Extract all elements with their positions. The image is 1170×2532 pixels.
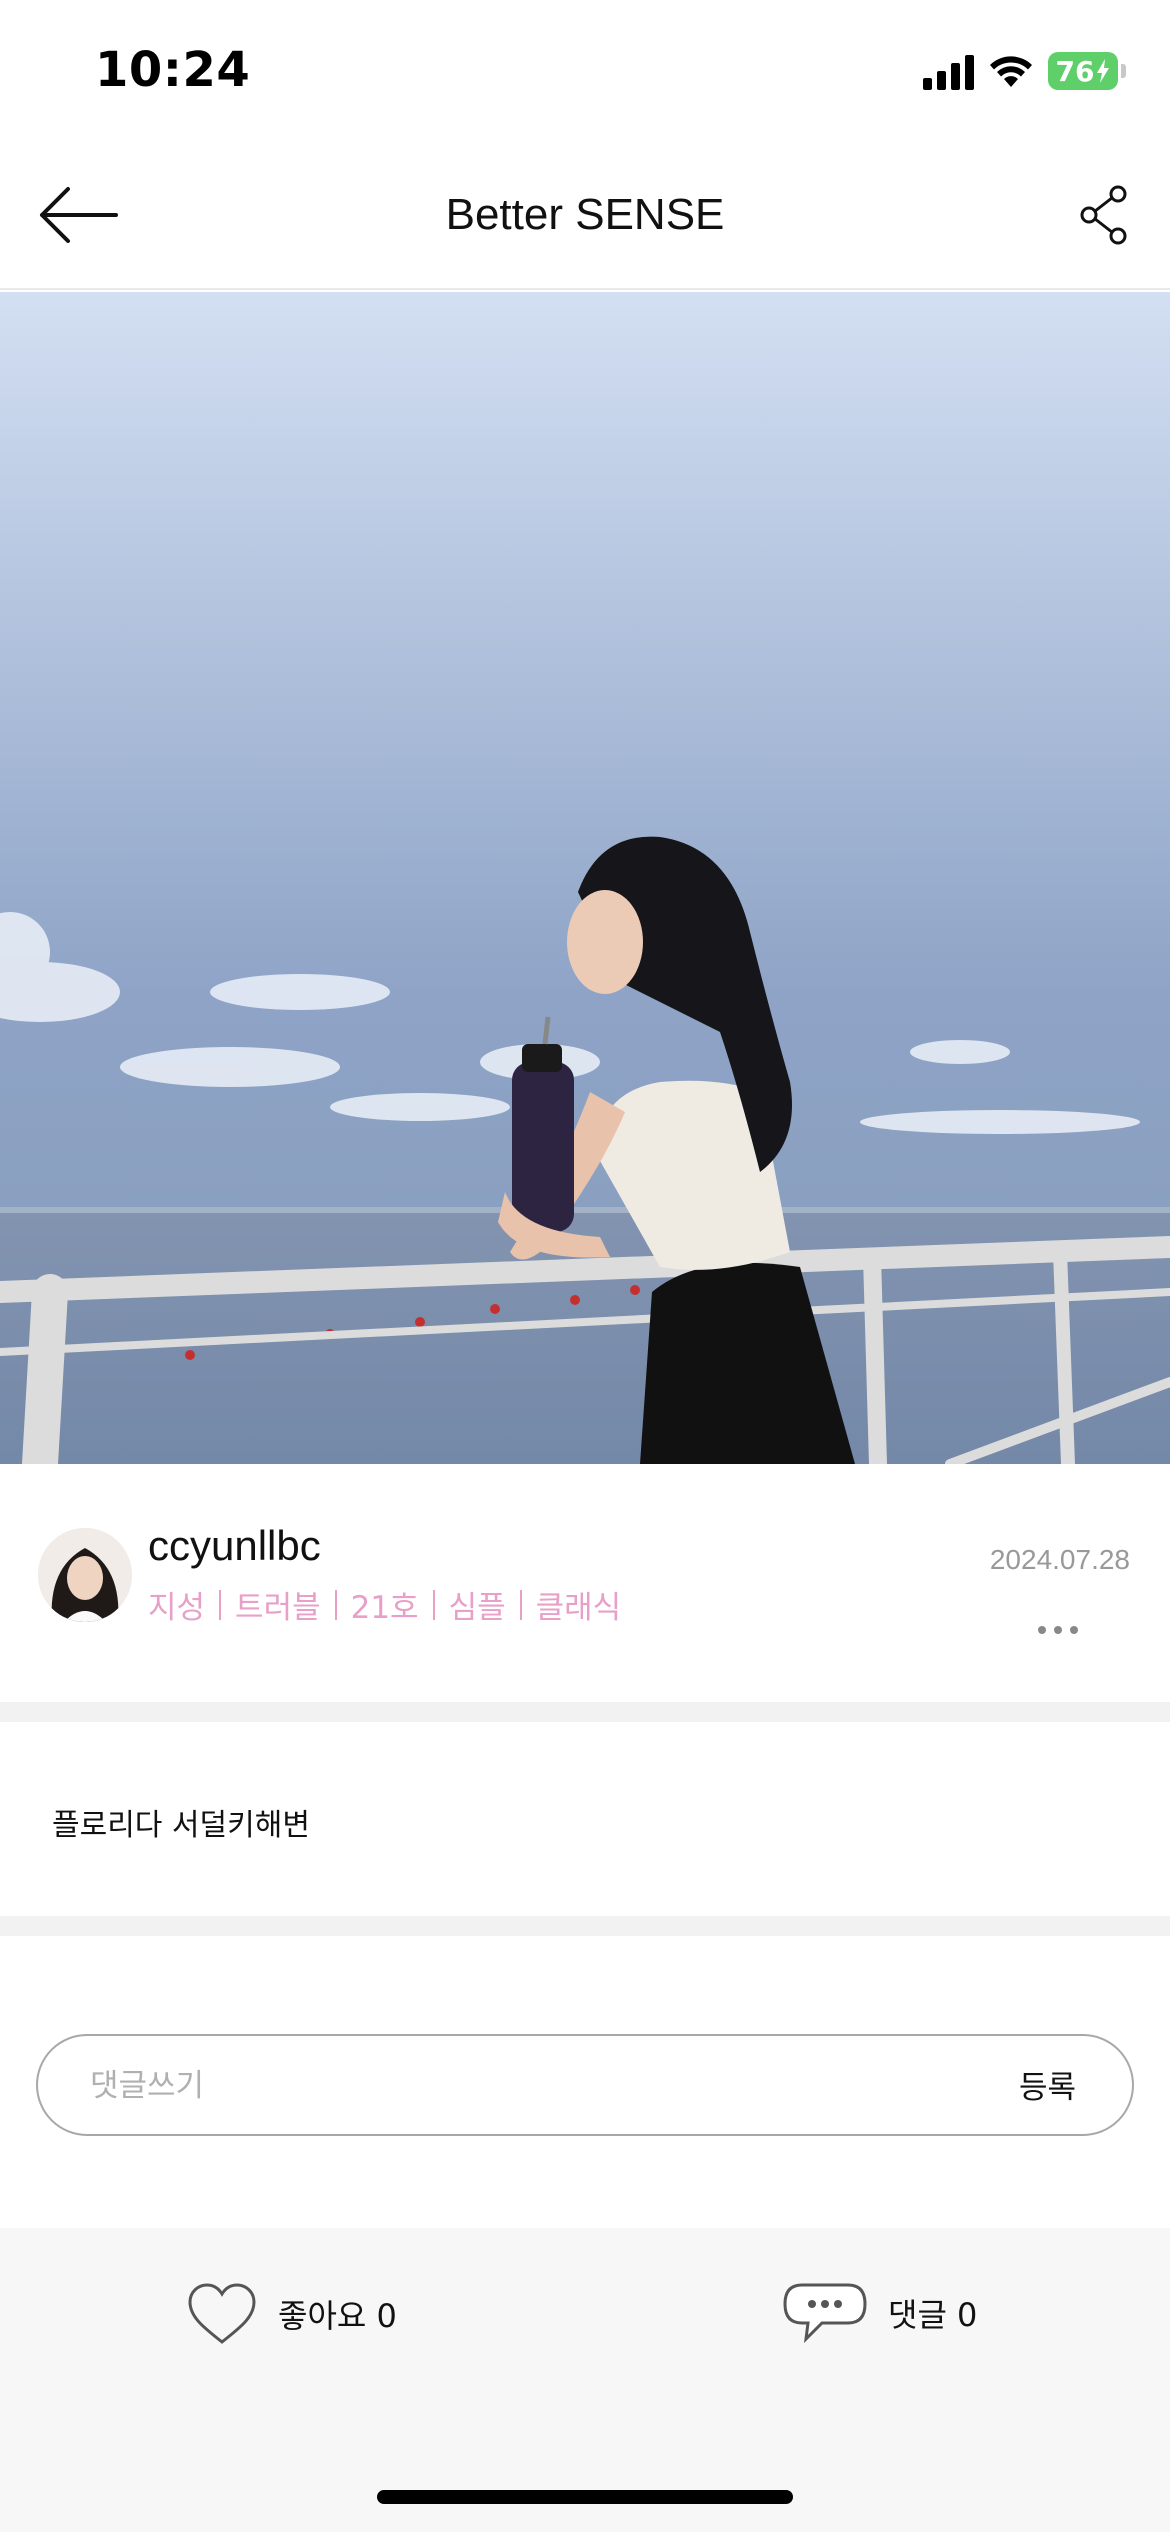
like-button[interactable]: 좋아요 0 bbox=[186, 2282, 397, 2346]
like-count-label: 좋아요 0 bbox=[278, 2297, 397, 2335]
author-username[interactable]: ccyunllbc bbox=[148, 1522, 321, 1570]
tag-skin-tone: 21호 bbox=[350, 1590, 419, 1626]
speech-bubble-icon bbox=[783, 2283, 867, 2344]
avatar[interactable] bbox=[38, 1528, 132, 1622]
home-indicator[interactable] bbox=[377, 2490, 793, 2504]
beach-photo-illustration bbox=[0, 292, 1170, 1464]
battery-charging-icon: 76 bbox=[1048, 52, 1126, 90]
status-time: 10:24 bbox=[95, 42, 251, 98]
app-header: Better SENSE bbox=[0, 150, 1170, 290]
heart-icon bbox=[188, 2283, 256, 2344]
post-date: 2024.07.28 bbox=[989, 1544, 1130, 1575]
status-bar: 10:24 76 bbox=[0, 0, 1170, 150]
wifi-icon bbox=[990, 56, 1032, 87]
share-icon bbox=[1080, 185, 1127, 245]
tag-style-1: 심플 bbox=[448, 1590, 506, 1626]
author-tags: 지성 트러블 21호 심플 클래식 bbox=[148, 1582, 621, 1627]
status-icons: 76 bbox=[923, 52, 1126, 90]
tag-skin-concern: 트러블 bbox=[235, 1590, 321, 1626]
post-content: 플로리다 서덜키해변 bbox=[52, 1808, 310, 1843]
signal-icon bbox=[923, 52, 974, 90]
tag-skin-type: 지성 bbox=[148, 1590, 206, 1626]
more-dots-icon bbox=[1038, 1626, 1046, 1634]
comment-count-label: 댓글 0 bbox=[888, 2296, 978, 2334]
comment-count-button[interactable]: 댓글 0 bbox=[782, 2282, 977, 2344]
bottom-action-bar: 좋아요 0 댓글 0 bbox=[0, 2228, 1170, 2532]
section-divider bbox=[0, 1702, 1170, 1722]
battery-level: 76 bbox=[1055, 54, 1095, 88]
comment-form: 등록 bbox=[36, 2034, 1134, 2136]
section-divider bbox=[0, 1916, 1170, 1936]
avatar-image bbox=[38, 1528, 132, 1622]
comment-input[interactable] bbox=[90, 2060, 940, 2112]
page-title: Better SENSE bbox=[445, 190, 725, 239]
share-button[interactable] bbox=[1074, 182, 1134, 248]
more-options-button[interactable] bbox=[1028, 1610, 1088, 1650]
submit-comment-button[interactable]: 등록 bbox=[1019, 2062, 1076, 2107]
post-photo[interactable] bbox=[0, 292, 1170, 1464]
tag-style-2: 클래식 bbox=[535, 1590, 622, 1626]
post-author-section: ccyunllbc 지성 트러블 21호 심플 클래식 2024.07.28 bbox=[0, 1464, 1170, 1702]
